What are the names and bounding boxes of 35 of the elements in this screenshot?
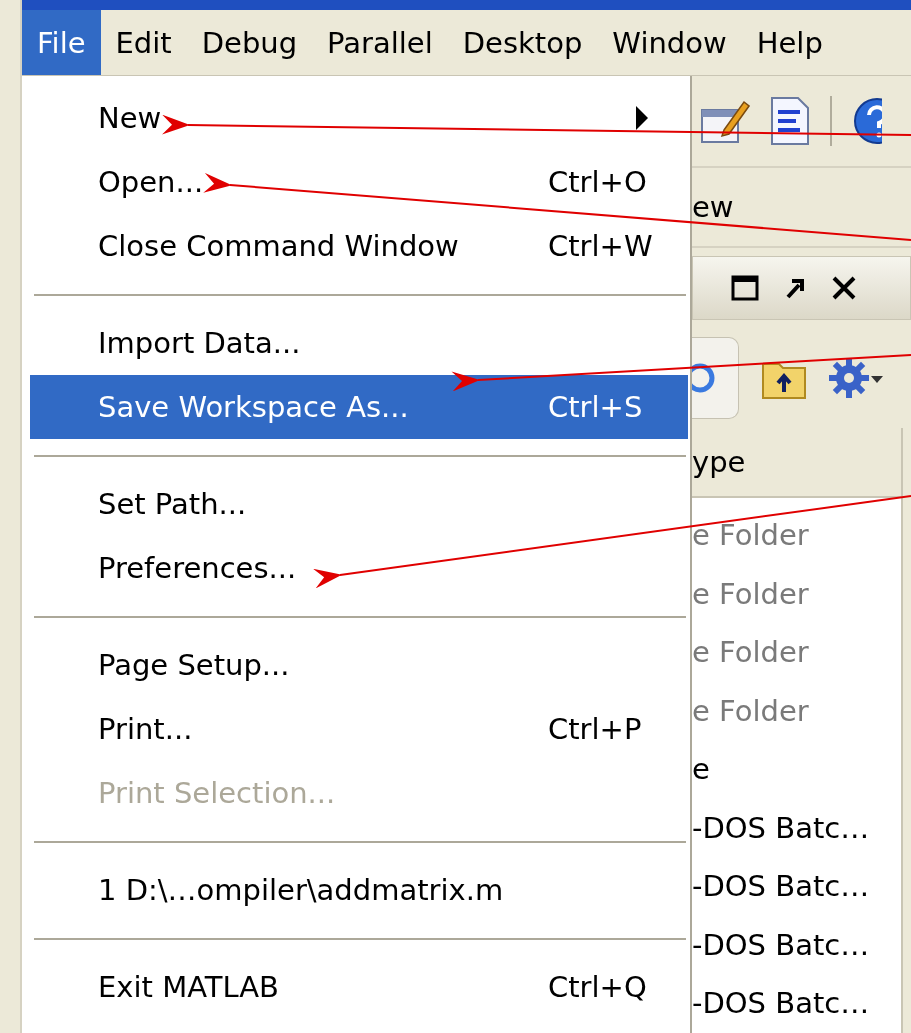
file-type-cell-text: e [692, 751, 711, 789]
file-type-cell-text: -DOS Batc… [692, 809, 871, 847]
menu-item[interactable]: Close Command Window Ctrl+W [30, 214, 688, 278]
menu-bar-item[interactable]: Parallel [312, 10, 448, 75]
menu-bar-item[interactable]: Help [741, 10, 838, 75]
search-button[interactable] [692, 337, 739, 419]
menu-item[interactable]: Open... Ctrl+O [30, 150, 688, 214]
menu-item[interactable]: Exit MATLAB Ctrl+Q [30, 955, 688, 1019]
menu-bar-item[interactable]: Debug [186, 10, 313, 75]
file-type-cell-text: -DOS Batc… [692, 868, 871, 906]
menu-item[interactable]: New [30, 86, 688, 150]
menu-item[interactable]: 1 D:\…ompiler\addmatrix.m [30, 858, 688, 922]
close-icon[interactable] [831, 275, 857, 301]
menu-item[interactable]: Print... Ctrl+P [30, 697, 688, 761]
menu-bar-item[interactable]: File [22, 10, 101, 75]
menu-bar-item[interactable]: Edit [100, 10, 187, 75]
menu-item[interactable]: Save Workspace As... Ctrl+S [30, 375, 688, 439]
file-type-cell-text: e Folder [692, 634, 810, 672]
gear-icon[interactable] [829, 356, 885, 400]
file-type-cell-text: e Folder [692, 517, 810, 555]
file-type-cell-text: -DOS Batc… [692, 926, 871, 964]
menu-item[interactable]: Preferences... [30, 536, 688, 600]
file-type-cell-text: -DOS Batc… [692, 985, 871, 1023]
menu-item[interactable]: Set Path... [30, 472, 688, 536]
help-icon[interactable] [852, 96, 882, 146]
menu-item[interactable]: Import Data... [30, 311, 688, 375]
document-icon[interactable] [770, 96, 810, 146]
menu-bar-item[interactable]: Desktop [447, 10, 598, 75]
menu-bar-item[interactable]: Window [597, 10, 742, 75]
panel-label: ew [692, 168, 911, 248]
menu-item[interactable]: Page Setup... [30, 633, 688, 697]
undock-arrow-icon[interactable] [785, 277, 805, 299]
file-type-cell-text: e Folder [692, 575, 810, 613]
maximize-icon[interactable] [731, 275, 759, 301]
file-type-cell-text: e Folder [692, 692, 810, 730]
